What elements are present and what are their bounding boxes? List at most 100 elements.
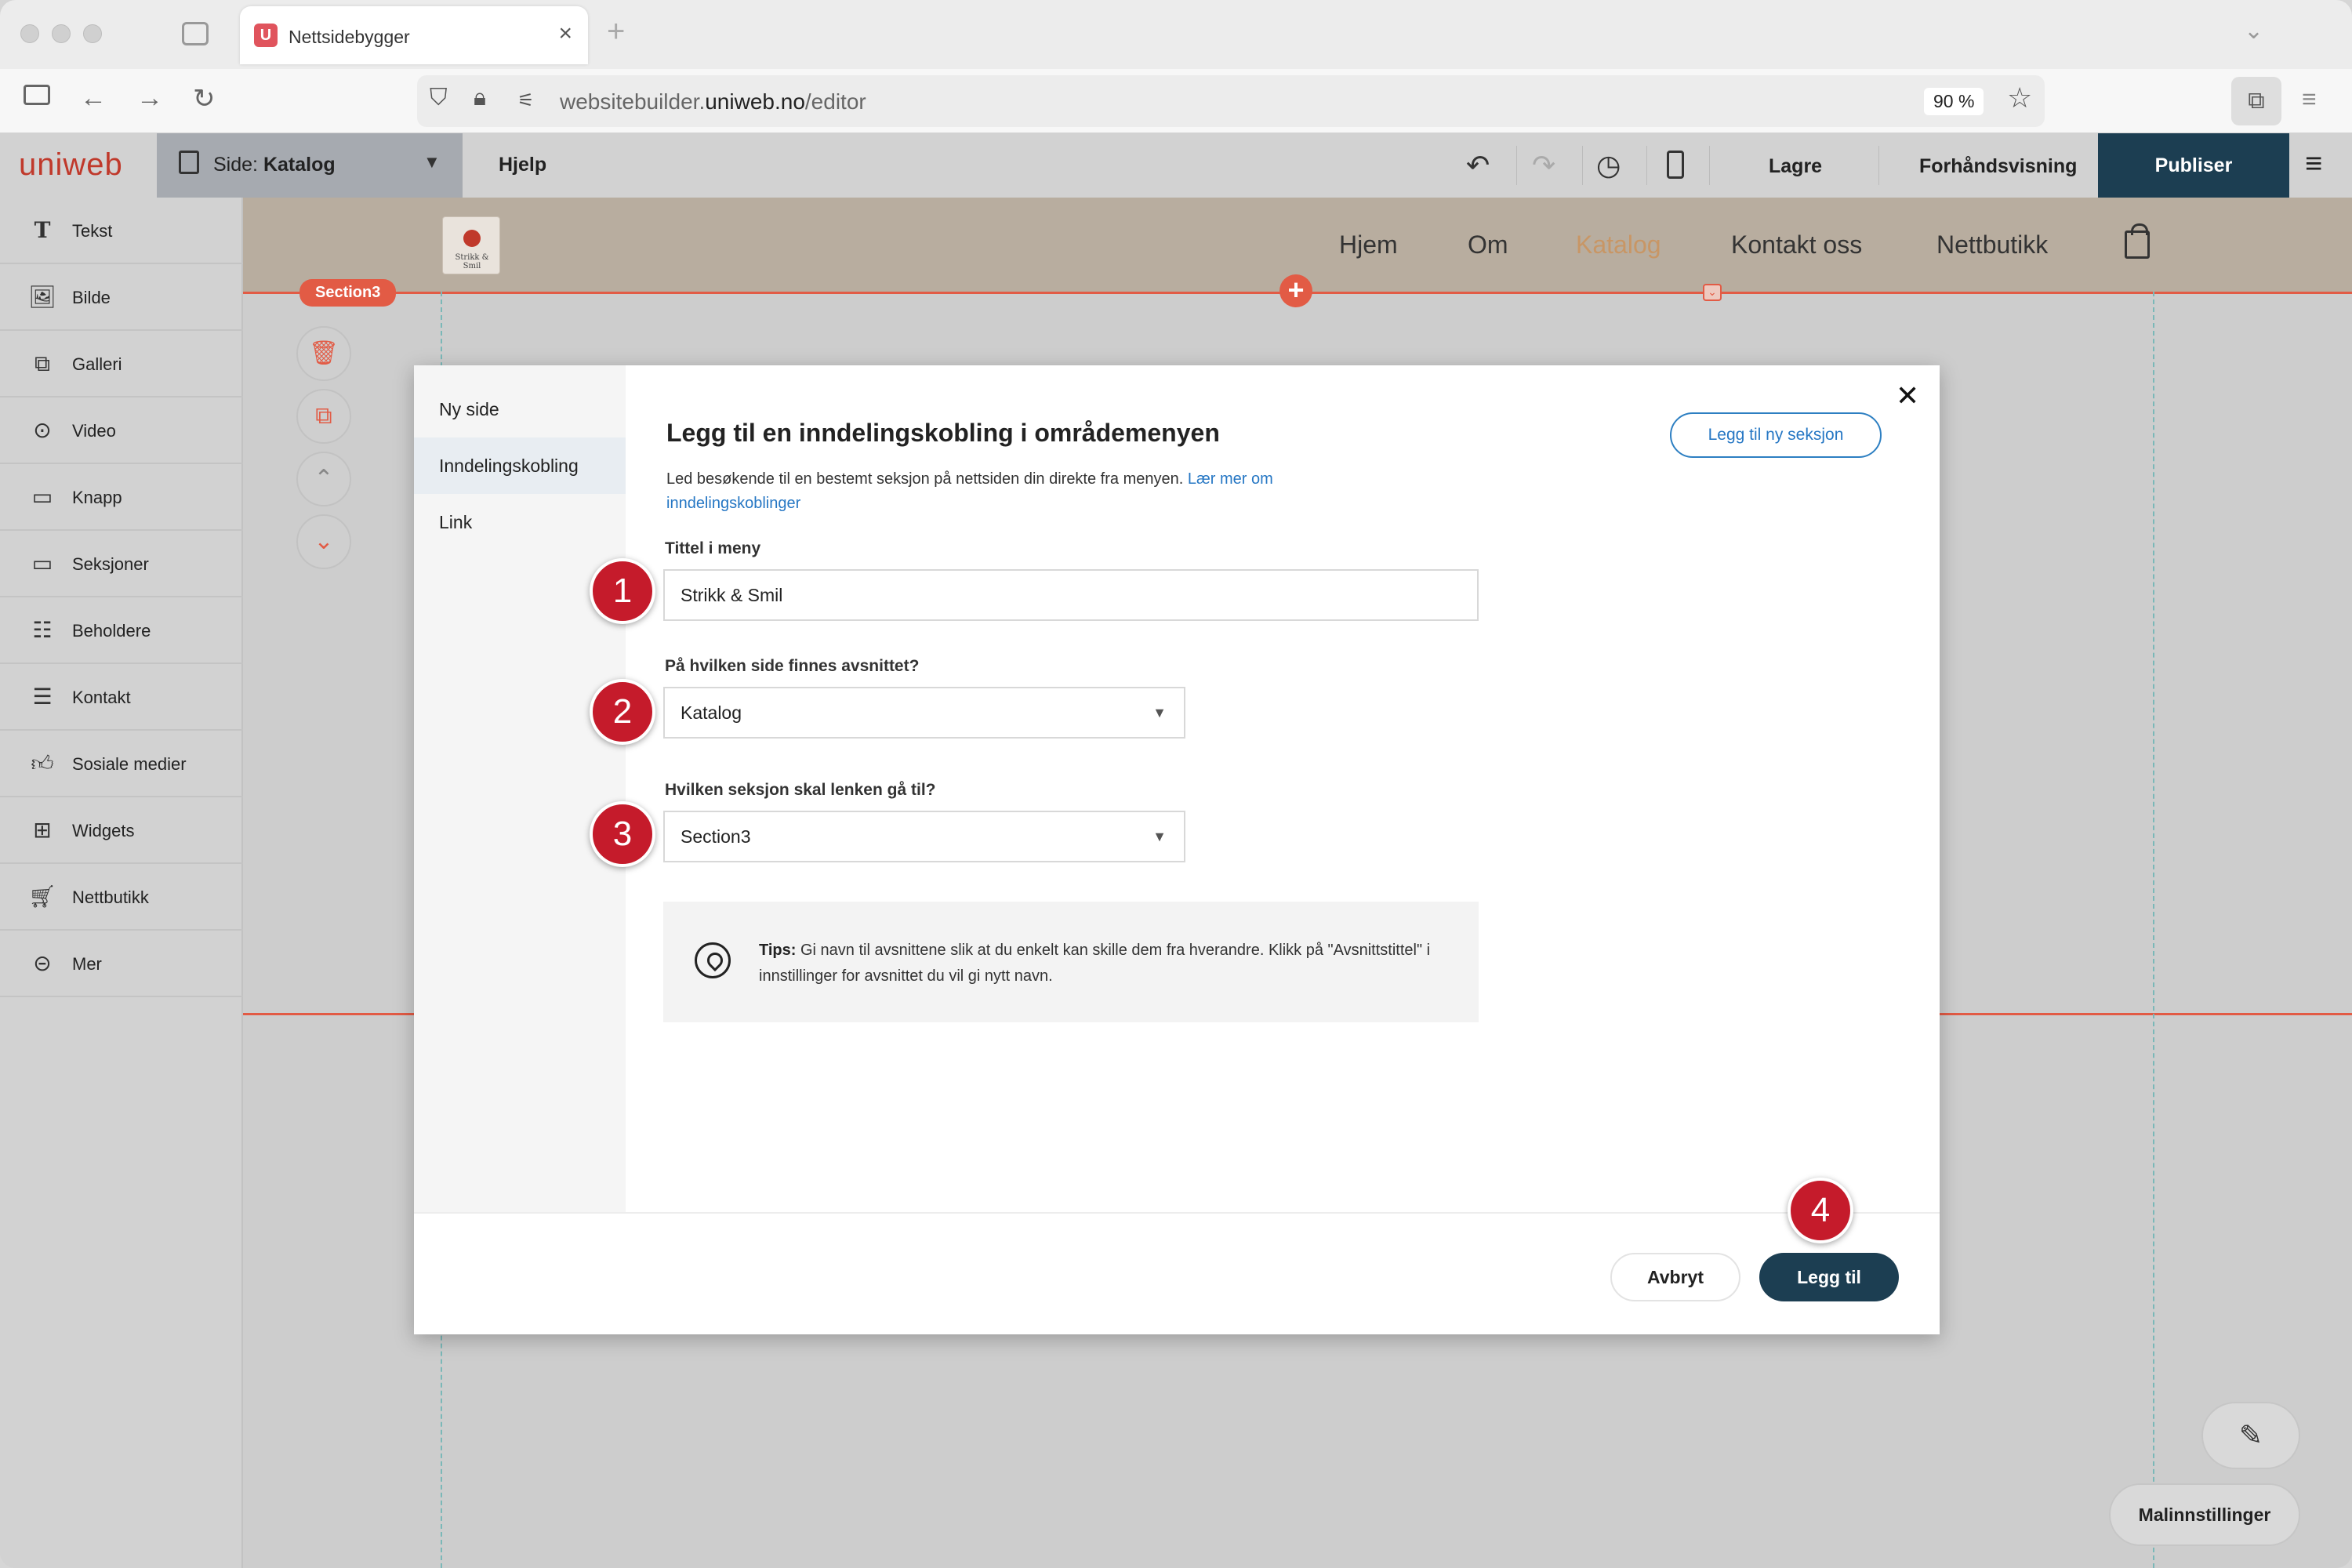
minimize-window-button[interactable] <box>52 24 71 43</box>
site-nav-shop[interactable]: Nettbutikk <box>1936 230 2048 260</box>
permissions-icon[interactable]: ⚟ <box>517 89 535 112</box>
browser-tab[interactable]: U Nettsidebygger × <box>240 6 588 64</box>
contact-icon: ☰ <box>32 684 53 709</box>
dialog-title: Legg til en inndelingskobling i områdeme… <box>666 419 1220 447</box>
page-select-label: Side: Katalog <box>213 154 336 176</box>
reload-icon[interactable]: ↻ <box>193 83 216 114</box>
site-nav-about[interactable]: Om <box>1468 230 1508 260</box>
step-badge-2: 2 <box>590 679 655 745</box>
history-icon[interactable]: ◷ <box>1596 149 1621 182</box>
tab-overview-icon[interactable] <box>182 22 209 45</box>
sidebar-item-text[interactable]: T Tekst <box>0 198 243 264</box>
more-icon: ⊝ <box>33 951 52 975</box>
shield-icon: ⛉ <box>430 85 448 111</box>
chevron-down-icon[interactable]: ⌄ <box>2244 17 2263 45</box>
sidebar-item-gallery[interactable]: ⧉ Galleri <box>0 331 243 397</box>
browser-tab-bar: U Nettsidebygger × + ⌄ <box>0 0 2352 69</box>
theme-settings-button[interactable]: Malinnstillinger <box>2109 1483 2300 1546</box>
move-down-icon[interactable]: ⌄ <box>296 514 351 569</box>
text-icon: T <box>34 217 51 243</box>
sidebar-item-sections[interactable]: ▭ Seksjoner <box>0 531 243 597</box>
maximize-window-button[interactable] <box>83 24 102 43</box>
section-dropdown-marker-icon[interactable]: ⌄ <box>1703 284 1722 301</box>
site-logo[interactable]: Strikk & Smil <box>442 216 500 274</box>
menu-title-label: Tittel i meny <box>665 539 761 557</box>
page-select-dropdown[interactable]: Side: Katalog ▼ <box>157 133 463 198</box>
trash-icon[interactable]: 🗑︎ <box>296 326 351 381</box>
dialog-tab-link[interactable]: Link <box>414 494 626 550</box>
browser-menu-icon[interactable]: ≡ <box>2302 85 2317 114</box>
dialog-tab-section-link[interactable]: Inndelingskobling <box>414 437 626 494</box>
extensions-icon[interactable]: ⧉ <box>2231 77 2281 125</box>
publish-button[interactable]: Publiser <box>2098 133 2289 198</box>
sidebar-item-button[interactable]: ▭ Knapp <box>0 464 243 531</box>
sidebar-item-label: Video <box>72 421 116 441</box>
video-icon: ⊙ <box>33 418 52 442</box>
mobile-view-icon[interactable] <box>1667 151 1684 179</box>
move-up-icon[interactable]: ⌃ <box>296 452 351 506</box>
forward-arrow-icon[interactable]: → <box>136 83 163 114</box>
site-nav-catalog[interactable]: Katalog <box>1576 230 1661 260</box>
page-select-value: Katalog <box>681 702 742 723</box>
cancel-button[interactable]: Avbryt <box>1610 1253 1740 1301</box>
sidebar-item-label: Tekst <box>72 221 113 241</box>
sidebar-item-contact[interactable]: ☰ Kontakt <box>0 664 243 731</box>
theme-palette-icon[interactable]: ✎ <box>2201 1402 2300 1469</box>
dialog-footer: Avbryt Legg til <box>414 1212 1940 1334</box>
sidebar-item-video[interactable]: ⊙ Video <box>0 397 243 464</box>
yarn-ball-icon <box>463 230 481 247</box>
sidebar-item-social[interactable]: 👍︎ Sosiale medier <box>0 731 243 797</box>
undo-icon[interactable]: ↶ <box>1466 149 1490 182</box>
address-bar[interactable]: ⛉ 🔒︎ ⚟ websitebuilder.uniweb.no/editor 9… <box>417 75 2045 127</box>
sidebar-item-widgets[interactable]: ⊞ Widgets <box>0 797 243 864</box>
help-menu[interactable]: Hjelp <box>499 154 546 176</box>
close-tab-icon[interactable]: × <box>558 20 572 47</box>
elements-sidebar: T Tekst 🖼︎ Bilde ⧉ Galleri ⊙ Video ▭ Knapp ▭ S… <box>0 198 243 1568</box>
site-nav-contact[interactable]: Kontakt oss <box>1731 230 1862 260</box>
section-tag[interactable]: Section3 <box>299 279 397 307</box>
tab-title: Nettsidebygger <box>289 27 410 47</box>
close-window-button[interactable] <box>20 24 39 43</box>
sidebar-item-label: Galleri <box>72 354 122 374</box>
widgets-icon: ⊞ <box>33 818 52 842</box>
image-icon: 🖼︎ <box>28 285 56 309</box>
hamburger-menu-icon[interactable]: ≡ <box>2305 147 2322 181</box>
bookmark-star-icon[interactable]: ☆ <box>2007 82 2032 114</box>
toolbar-divider <box>1516 146 1517 185</box>
site-nav-home[interactable]: Hjem <box>1339 230 1398 260</box>
toolbar-divider <box>1709 146 1710 185</box>
tips-text: Tips: Gi navn til avsnittene slik at du … <box>759 942 1431 985</box>
section-select[interactable]: Section3 ▼ <box>663 811 1185 862</box>
shopping-bag-icon[interactable] <box>2125 223 2150 259</box>
sidebar-item-label: Seksjoner <box>72 554 149 574</box>
redo-icon[interactable]: ↷ <box>1532 149 1555 182</box>
close-icon[interactable]: ✕ <box>1896 379 1919 412</box>
dialog-tab-new-page[interactable]: Ny side <box>414 381 626 437</box>
page-select[interactable]: Katalog ▼ <box>663 687 1185 739</box>
sidebar-item-image[interactable]: 🖼︎ Bilde <box>0 264 243 331</box>
add-button[interactable]: Legg til <box>1759 1253 1899 1301</box>
save-button[interactable]: Lagre <box>1769 155 1822 178</box>
sections-icon: ▭ <box>31 551 53 575</box>
gallery-icon: ⧉ <box>34 351 50 376</box>
new-tab-icon[interactable]: + <box>607 14 625 49</box>
sidebar-item-label: Sosiale medier <box>72 754 187 774</box>
add-new-section-button[interactable]: Legg til ny seksjon <box>1670 412 1882 458</box>
sidebar-item-label: Knapp <box>72 488 122 507</box>
uniweb-favicon-icon: U <box>254 24 278 47</box>
caret-down-icon: ▼ <box>1152 705 1167 720</box>
sidebar-item-label: Bilde <box>72 288 111 307</box>
sidebar-toggle-icon[interactable] <box>24 85 50 105</box>
location-pin-icon <box>695 942 731 978</box>
sidebar-item-more[interactable]: ⊝ Mer <box>0 931 243 997</box>
add-section-plus-icon[interactable]: + <box>1279 274 1312 307</box>
editor-toolbar: uniweb Side: Katalog ▼ Hjelp ↶ ↷ ◷ Lagre… <box>0 133 2352 198</box>
step-badge-1: 1 <box>590 558 655 624</box>
section-settings-icon[interactable]: ⧉ <box>296 389 351 444</box>
zoom-level[interactable]: 90 % <box>1924 88 1984 115</box>
sidebar-item-shop[interactable]: 🛒︎ Nettbutikk <box>0 864 243 931</box>
back-arrow-icon[interactable]: ← <box>80 83 107 114</box>
sidebar-item-containers[interactable]: ☷ Beholdere <box>0 597 243 664</box>
preview-button[interactable]: Forhåndsvisning <box>1919 155 2077 178</box>
menu-title-input[interactable]: Strikk & Smil <box>663 569 1479 621</box>
